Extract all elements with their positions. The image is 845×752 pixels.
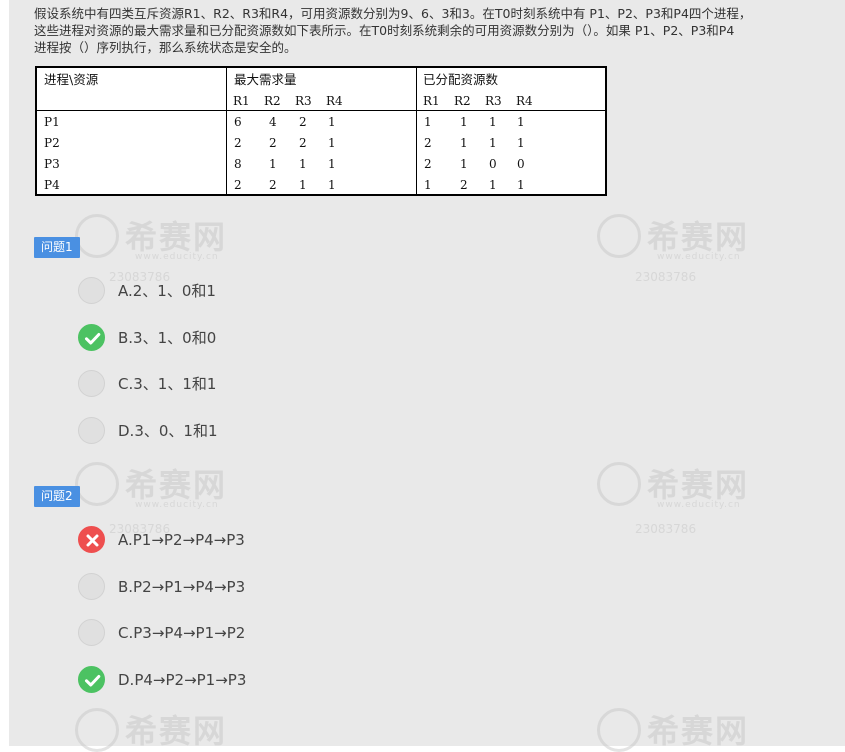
table-cell: 2 [234, 178, 242, 192]
check-icon[interactable] [78, 324, 105, 351]
radio-icon[interactable] [78, 370, 105, 397]
table-cell: 1 [269, 157, 277, 171]
table-cell: 6 [234, 115, 242, 129]
table-cell: 0 [489, 157, 497, 171]
table-cell: 1 [424, 115, 432, 129]
table-cell: 1 [328, 115, 336, 129]
question-line: 这些进程对资源的最大需求量和已分配资源数如下表所示。在T0时刻系统剩余的可用资源… [34, 23, 735, 38]
question-line: 假设系统中有四类互斥资源R1、R2、R3和R4，可用资源数分别为9、6、3和3。… [34, 6, 752, 21]
radio-icon[interactable] [78, 277, 105, 304]
question-1-label: 问题1 [34, 237, 80, 258]
table-cell: 2 [460, 178, 468, 192]
radio-icon[interactable] [78, 573, 105, 600]
resource-header: R4 [516, 94, 533, 108]
table-cell: 2 [424, 157, 432, 171]
resource-header: R3 [295, 94, 312, 108]
question-stem: 假设系统中有四类互斥资源R1、R2、R3和R4，可用资源数分别为9、6、3和3。… [34, 5, 834, 56]
table-cell: 2 [269, 136, 277, 150]
table-cell: 1 [460, 115, 468, 129]
option-label: C.3、1、1和1 [118, 375, 217, 393]
table-cell: 1 [299, 178, 307, 192]
option-label: B.3、1、0和0 [118, 329, 217, 347]
table-cell: 8 [234, 157, 242, 171]
table-process-cell: P3 [44, 157, 60, 171]
table-cell: 1 [299, 157, 307, 171]
table-cell: 1 [424, 178, 432, 192]
option-label: D.3、0、1和1 [118, 422, 218, 440]
check-icon[interactable] [78, 666, 105, 693]
resource-header: R2 [454, 94, 471, 108]
option-label: A.2、1、0和1 [118, 282, 216, 300]
table-cell: 1 [517, 136, 525, 150]
cross-icon[interactable] [78, 526, 105, 553]
table-cell: 4 [269, 115, 277, 129]
table-process-cell: P2 [44, 136, 60, 150]
table-alloc-header: 已分配资源数 [423, 72, 499, 87]
radio-icon[interactable] [78, 417, 105, 444]
table-cell: 2 [269, 178, 277, 192]
option-label: A.P1→P2→P4→P3 [118, 531, 245, 549]
table-cell: 1 [517, 178, 525, 192]
table-cell: 1 [517, 115, 525, 129]
table-cell: 1 [460, 157, 468, 171]
table-cell: 1 [489, 136, 497, 150]
table-process-cell: P4 [44, 178, 60, 192]
resource-header: R1 [233, 94, 250, 108]
table-cell: 2 [424, 136, 432, 150]
table-cell: 2 [299, 136, 307, 150]
table-cell: 1 [328, 136, 336, 150]
question-line: 进程按（）序列执行，那么系统状态是安全的。 [34, 40, 297, 55]
table-max-header: 最大需求量 [234, 72, 297, 87]
resource-header: R4 [326, 94, 343, 108]
table-corner-header: 进程\资源 [44, 72, 99, 87]
table-cell: 2 [234, 136, 242, 150]
table-cell: 1 [489, 115, 497, 129]
resource-header: R2 [264, 94, 281, 108]
question-2-label: 问题2 [34, 486, 80, 507]
table-cell: 1 [328, 178, 336, 192]
option-label: C.P3→P4→P1→P2 [118, 624, 246, 642]
table-cell: 1 [489, 178, 497, 192]
option-label: D.P4→P2→P1→P3 [118, 671, 247, 689]
table-cell: 0 [517, 157, 525, 171]
table-process-cell: P1 [44, 115, 60, 129]
table-cell: 2 [299, 115, 307, 129]
resource-header: R3 [485, 94, 502, 108]
resource-header: R1 [423, 94, 440, 108]
radio-icon[interactable] [78, 619, 105, 646]
table-cell: 1 [328, 157, 336, 171]
option-label: B.P2→P1→P4→P3 [118, 578, 246, 596]
table-cell: 1 [460, 136, 468, 150]
resource-table: 进程\资源 最大需求量 已分配资源数 R1 R2 R3 R4 R1 R2 R3 … [35, 66, 607, 196]
